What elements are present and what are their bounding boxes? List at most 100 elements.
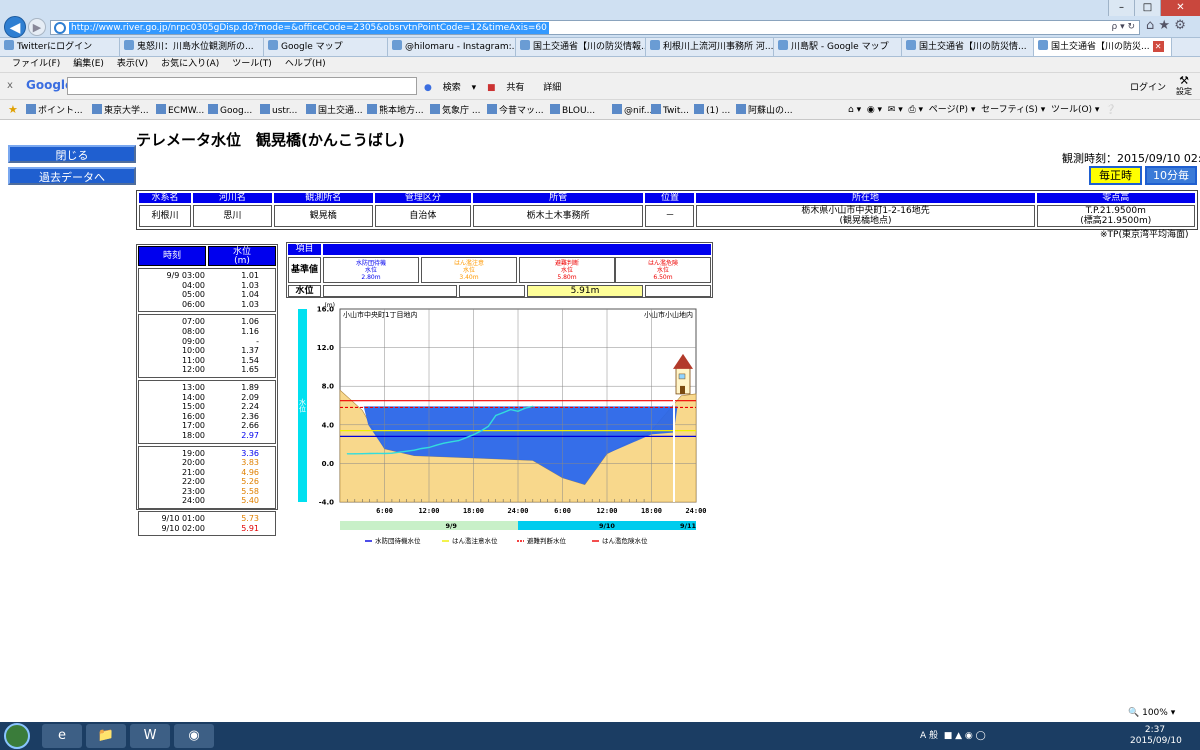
google-login-link[interactable]: ログイン	[1130, 80, 1166, 93]
browser-tab-0[interactable]: Twitterにログイン	[0, 38, 120, 56]
menu-item-1[interactable]: 編集(E)	[73, 57, 104, 72]
water-level-point	[428, 446, 430, 449]
address-bar[interactable]: http://www.river.go.jp/nrpc0305gDisp.do?…	[50, 20, 1140, 35]
water-level-point	[532, 405, 534, 407]
x-tick-label: 6:00	[554, 507, 571, 515]
maximize-button[interactable]: □	[1134, 0, 1160, 16]
google-search-input[interactable]	[67, 77, 417, 95]
browser-tab-8[interactable]: 国土交通省【川の防災... ✕	[1034, 38, 1172, 56]
browser-tab-2[interactable]: Google マップ	[264, 38, 388, 56]
water-level-point	[509, 408, 512, 411]
favorite-item-7[interactable]: 気象庁 ...	[430, 104, 480, 117]
address-search-refresh-icon[interactable]: ρ ▾ ↻	[1112, 22, 1136, 32]
tab-favicon-icon	[778, 40, 788, 50]
favorite-label: (1) ...	[706, 106, 731, 116]
print-icon[interactable]: ⎙ ▾	[908, 105, 923, 115]
favorite-item-9[interactable]: BLOU...	[550, 104, 595, 117]
row-time: 10:00	[181, 346, 205, 356]
google-share-button[interactable]: ■ 共有	[487, 83, 532, 93]
feeds-icon[interactable]: ◉ ▾	[867, 105, 882, 115]
water-level-point	[472, 434, 475, 436]
ten-minute-button[interactable]: 10分毎	[1145, 166, 1197, 185]
tab-close-icon[interactable]: ✕	[1152, 41, 1164, 52]
menu-item-5[interactable]: ヘルプ(H)	[285, 57, 326, 72]
browser-tab-6[interactable]: 川島駅 - Google マップ	[774, 38, 902, 56]
tray-icons[interactable]: ■ ▲ ◉ ◯	[944, 731, 986, 741]
taskbar-app-icon[interactable]: ◉	[174, 724, 214, 748]
water-level-cell-2	[459, 285, 525, 297]
favorite-item-12[interactable]: (1) ...	[694, 104, 730, 117]
help-icon[interactable]: ❔	[1105, 105, 1116, 115]
y-tick-label: 16.0	[317, 306, 334, 314]
reference-levels-table: 項目 基準値 水防団待機 水位 2.80m はん濫注意 水位 3.40m 避難判断 水位 5.8…	[286, 242, 713, 298]
x-tick-label: 12:00	[418, 507, 439, 515]
favorite-item-10[interactable]: @nif...	[612, 104, 652, 117]
timeseries-row: 23:00 5.58	[139, 487, 275, 497]
favorite-item-3[interactable]: Goog...	[208, 104, 252, 117]
x-tick-label: 6:00	[376, 507, 393, 515]
taskbar-word-icon[interactable]: W	[130, 724, 170, 748]
row-time: 9/10 01:00	[161, 514, 205, 524]
reference-value: 6.50m	[653, 274, 673, 281]
browser-tab-3[interactable]: @hilomaru - Instagram:...	[388, 38, 516, 56]
menu-item-3[interactable]: お気に入り(A)	[161, 57, 219, 72]
favorite-item-4[interactable]: ustr...	[260, 104, 297, 117]
home-cmd-icon[interactable]: ⌂ ▾	[848, 105, 861, 115]
menu-item-2[interactable]: 表示(V)	[117, 57, 148, 72]
row-level: 2.09	[241, 392, 259, 402]
google-settings-button[interactable]: ⚒ 設定	[1173, 75, 1195, 97]
reference-level-0: 水防団待機 水位 2.80m	[323, 257, 419, 283]
tools-gear-icon[interactable]: ⚙	[1174, 18, 1186, 33]
favorite-item-13[interactable]: 阿蘇山の...	[736, 104, 793, 117]
favorite-item-11[interactable]: Twit...	[651, 104, 689, 117]
close-page-button[interactable]: 閉じる	[8, 145, 136, 163]
water-level-point	[383, 452, 386, 455]
home-icon[interactable]: ⌂	[1146, 18, 1154, 33]
safety-menu[interactable]: セーフティ(S)	[981, 105, 1038, 115]
timeseries-group: 13:00 1.89 14:00 2.09 15:00 2.24 16:00 2.36 17:0…	[138, 379, 276, 444]
forward-button[interactable]: ▶	[28, 18, 46, 36]
browser-tab-4[interactable]: 国土交通省【川の防災情報...	[516, 38, 646, 56]
row-level: 1.16	[241, 326, 259, 336]
ime-indicator[interactable]: A 般	[920, 731, 938, 741]
start-button[interactable]	[4, 723, 30, 749]
y-tick-label: -4.0	[319, 499, 334, 507]
favorites-star-icon[interactable]: ★	[8, 103, 18, 116]
water-level-cell-1	[323, 285, 457, 297]
favorite-item-1[interactable]: 東京大学...	[92, 104, 149, 117]
hourly-button[interactable]: 毎正時	[1089, 166, 1142, 185]
favorite-label: 国土交通...	[318, 106, 363, 116]
favorite-item-5[interactable]: 国土交通...	[306, 104, 363, 117]
back-button[interactable]: ◀	[4, 16, 26, 38]
taskbar-explorer-icon[interactable]: 📁	[86, 724, 126, 748]
menu-item-4[interactable]: ツール(T)	[232, 57, 272, 72]
browser-tab-1[interactable]: 鬼怒川：川島水位観測所の...	[120, 38, 264, 56]
minimize-button[interactable]: –	[1108, 0, 1134, 16]
timeseries-row: 15:00 2.24	[139, 402, 275, 412]
zoom-indicator[interactable]: 🔍 100% ▾	[1128, 708, 1175, 718]
management-value: 自治体	[374, 205, 471, 227]
past-data-button[interactable]: 過去データへ	[8, 167, 136, 185]
favorite-item-6[interactable]: 熊本地方...	[367, 104, 424, 117]
google-toolbar-close-icon[interactable]: x	[7, 80, 13, 91]
favorite-item-8[interactable]: 今昔マッ...	[487, 104, 544, 117]
clock[interactable]: 2:37 2015/09/10	[1130, 725, 1182, 747]
favorite-item-2[interactable]: ECMW...	[156, 104, 204, 117]
favorite-item-0[interactable]: ポイント...	[26, 104, 83, 117]
google-search-button[interactable]: ● 検索 ▾	[424, 83, 476, 93]
browser-tab-5[interactable]: 利根川上流河川事務所 河...	[646, 38, 774, 56]
browser-tab-7[interactable]: 国土交通省【川の防災情...	[902, 38, 1034, 56]
page-menu[interactable]: ページ(P)	[929, 105, 968, 115]
google-more-button[interactable]: 詳細	[543, 83, 561, 93]
favorites-star-icon[interactable]: ★	[1158, 18, 1170, 33]
water-level-point	[487, 425, 489, 428]
taskbar-ie-icon[interactable]: e	[42, 724, 82, 748]
close-window-button[interactable]: ✕	[1160, 0, 1200, 16]
y-tick-label: 0.0	[322, 460, 335, 468]
row-level: 5.26	[241, 477, 259, 487]
info-header-2: 観測所名	[273, 193, 373, 203]
address-url[interactable]: http://www.river.go.jp/nrpc0305gDisp.do?…	[69, 22, 549, 34]
mail-icon[interactable]: ✉ ▾	[888, 105, 903, 115]
tools-menu[interactable]: ツール(O)	[1051, 105, 1092, 115]
menu-item-0[interactable]: ファイル(F)	[12, 57, 60, 72]
